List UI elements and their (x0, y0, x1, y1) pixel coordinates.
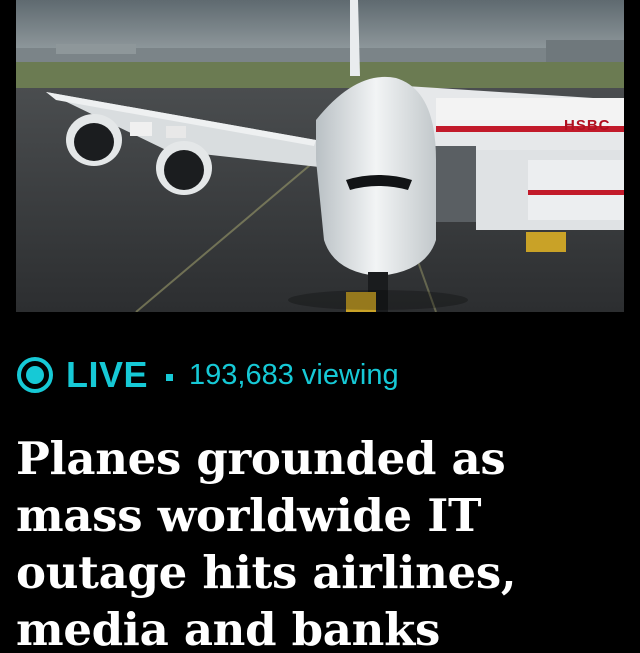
article-headline[interactable]: Planes grounded as mass worldwide IT out… (16, 430, 624, 653)
live-label: LIVE (66, 354, 149, 395)
airplane-photo: HSBC (16, 0, 624, 312)
viewer-count: 193,683 viewing (189, 358, 399, 391)
hsbc-sign: HSBC (564, 117, 611, 134)
hero-image[interactable]: HSBC (16, 0, 624, 312)
separator-dot (166, 373, 174, 381)
live-indicator-icon (17, 357, 53, 393)
live-status-row: LIVE 193,683 viewing (16, 352, 399, 398)
